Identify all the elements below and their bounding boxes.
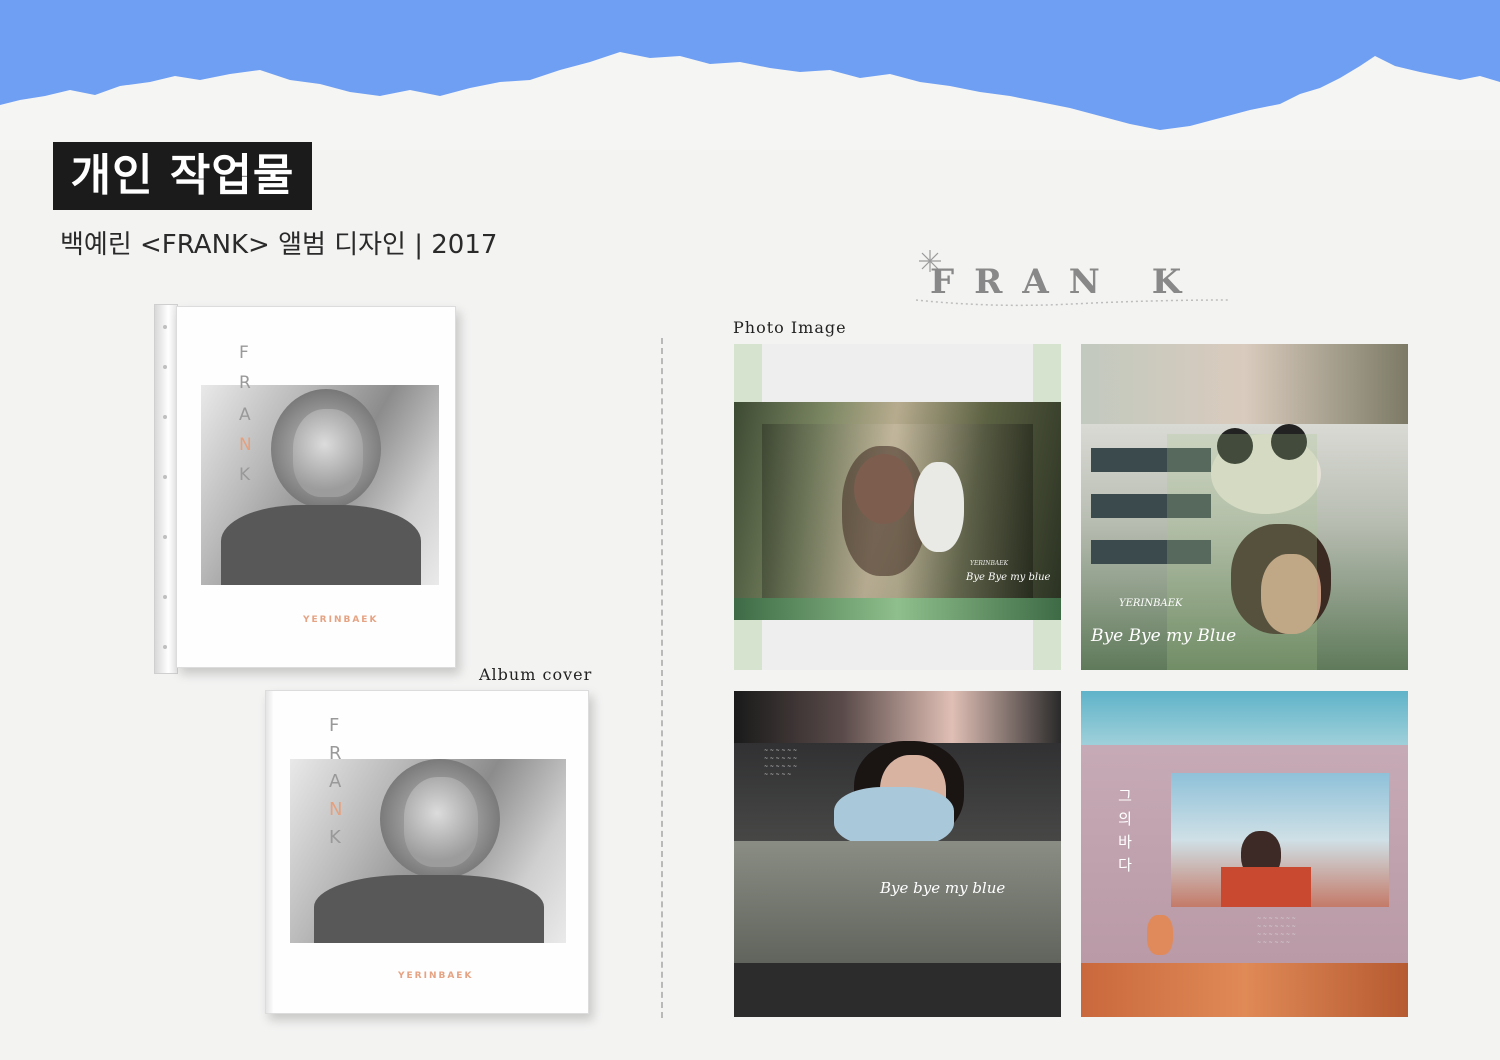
spine-dot: [163, 475, 167, 479]
photo-band-top: [734, 691, 1061, 743]
cover-letter: F: [239, 343, 249, 363]
cover-letter: R: [239, 373, 251, 393]
tile-script: Bye Bye my Blue: [1091, 626, 1237, 646]
album-cover-caption: Album cover: [479, 665, 593, 684]
spine-dot: [163, 535, 167, 539]
section-tag: 개인 작업물: [53, 142, 312, 210]
spine-dot: [163, 415, 167, 419]
photo-blanket: [834, 787, 954, 847]
cover-photo: [201, 385, 439, 585]
section-divider: [661, 338, 663, 1018]
photo-body: [314, 875, 544, 943]
tile-mark: YERINBAEK: [1119, 598, 1183, 609]
tile-script: Bye bye my blue: [880, 879, 1006, 897]
album-cover-flat: F R A N K YERINBAEK: [265, 690, 589, 1014]
tile-script: Bye Bye my blue: [966, 572, 1051, 583]
photo-tile-3: ~ ~ ~ ~ ~ ~ ~ ~ ~ ~ ~ ~ ~ ~ ~ ~ ~ ~ ~ ~ ~ ~…: [734, 691, 1061, 1017]
photo-tile-1: YERINBAEK Bye Bye my blue: [734, 344, 1061, 670]
cover-letter: N: [329, 799, 343, 820]
project-subtitle: 백예린 <FRANK> 앨범 디자인 | 2017: [60, 230, 498, 260]
photo-band-top: [1081, 344, 1408, 424]
cover-letter: K: [239, 465, 251, 485]
photo-sofa: [734, 841, 1061, 963]
photo-face: [404, 777, 478, 867]
artist-mark: YERINBAEK: [398, 971, 474, 981]
photo-tile-2: YERINBAEK Bye Bye my Blue: [1081, 344, 1408, 670]
spine-dot: [163, 325, 167, 329]
photo-face: [293, 409, 363, 497]
photo-image-caption: Photo Image: [733, 318, 847, 337]
brand-wordmark: FRAN K: [930, 262, 1202, 302]
photo-tile-4: 그 의 바 다 ~ ~ ~ ~ ~ ~ ~ ~ ~ ~ ~ ~ ~ ~ ~ ~ ~ …: [1081, 691, 1408, 1017]
photo-rabbit: [914, 462, 964, 552]
lyric-lines: ~ ~ ~ ~ ~ ~ ~ ~ ~ ~ ~ ~ ~ ~ ~ ~ ~ ~ ~ ~ ~ ~…: [1257, 916, 1296, 946]
artist-mark: YERINBAEK: [303, 615, 379, 625]
cover-letter: R: [329, 743, 342, 764]
lyric-lines: ~ ~ ~ ~ ~ ~ ~ ~ ~ ~ ~ ~ ~ ~ ~ ~ ~ ~ ~ ~ ~ ~…: [764, 748, 798, 778]
cover-hinge: [266, 691, 274, 1013]
photo-shirt: [1221, 867, 1311, 907]
cover-letter: N: [239, 435, 252, 455]
vertical-title-char: 다: [1118, 856, 1132, 874]
album-front-3d: F R A N K YERINBAEK: [176, 306, 456, 668]
vertical-title-char: 바: [1118, 833, 1132, 851]
photo-band-bottom: [734, 963, 1061, 1017]
spine-dot: [163, 595, 167, 599]
photo-band-bottom: [734, 598, 1061, 620]
tile-mark: YERINBAEK: [970, 560, 1009, 567]
spine-dot: [163, 645, 167, 649]
vertical-title-char: 그: [1118, 787, 1132, 805]
photo-band-bottom: [1081, 963, 1408, 1017]
photo-body: [221, 505, 421, 585]
cover-letter: A: [239, 405, 251, 425]
spine-dot: [163, 365, 167, 369]
album-box-mockup: F R A N K YERINBAEK: [154, 304, 458, 676]
cover-letter: A: [329, 771, 342, 792]
vertical-title-char: 의: [1118, 810, 1132, 828]
album-spine: [154, 304, 178, 674]
photo-hand: [1147, 915, 1173, 955]
torn-paper-sky-banner: [0, 0, 1500, 150]
photo-sky-top: [1081, 691, 1408, 745]
cover-letter: K: [329, 827, 341, 848]
cover-letter: F: [329, 715, 340, 736]
